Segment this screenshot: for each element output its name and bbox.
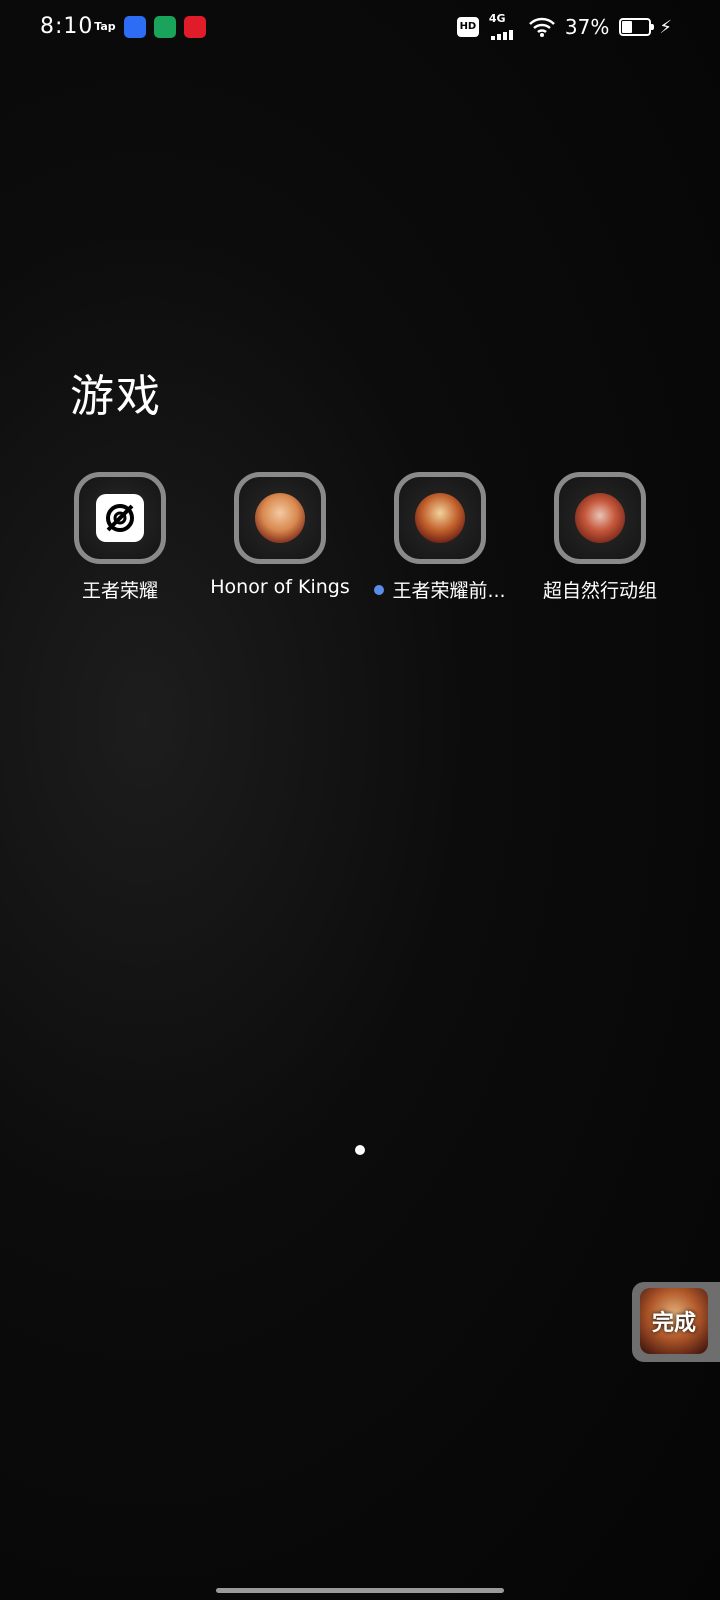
folder-title[interactable]: 游戏 <box>70 360 162 424</box>
page-indicator-dot <box>355 1145 365 1155</box>
avatar-icon <box>575 493 625 543</box>
app-label: 王者荣耀前... <box>374 576 506 603</box>
app-red-icon <box>184 16 206 38</box>
app-chaoziran[interactable]: 超自然行动组 <box>520 472 680 603</box>
system-icons: HD 4G 37% ⚡ <box>456 12 672 40</box>
app-wangzhe-qianyan[interactable]: 王者荣耀前... <box>360 472 520 603</box>
app-wangzhe[interactable]: 王者荣耀 <box>40 472 200 603</box>
app-icon[interactable] <box>234 472 326 564</box>
new-badge-dot <box>374 584 385 595</box>
logo-icon <box>96 494 144 542</box>
avatar-icon <box>255 493 305 543</box>
bolt-icon: ⚡ <box>659 16 672 38</box>
app-label: Honor of Kings <box>210 576 350 598</box>
network-type-label: 4G <box>488 12 506 25</box>
status-time: 8:10 <box>40 14 94 39</box>
app-green-icon <box>154 16 176 38</box>
signal-icon: 4G <box>488 12 519 40</box>
app-honor-of-kings[interactable]: Honor of Kings <box>200 472 360 603</box>
avatar-icon <box>415 493 465 543</box>
battery-percent: 37% <box>564 15 610 39</box>
app-icon[interactable] <box>554 472 646 564</box>
home-indicator[interactable] <box>216 1588 504 1593</box>
app-label: 超自然行动组 <box>542 580 657 602</box>
notification-icons: Tap <box>94 16 206 38</box>
app-icon[interactable] <box>394 472 486 564</box>
baidu-icon <box>124 16 146 38</box>
folder-app-grid: 王者荣耀 Honor of Kings 王者荣耀前... 超自然行动组 <box>40 472 680 603</box>
done-label: 完成 <box>651 1311 696 1336</box>
wifi-icon <box>529 17 555 37</box>
app-icon[interactable] <box>74 472 166 564</box>
app-label: 王者荣耀 <box>81 580 158 602</box>
done-button[interactable]: 完成 <box>632 1282 720 1362</box>
tap-icon: Tap <box>94 20 116 33</box>
done-thumbnail[interactable]: 完成 <box>640 1288 708 1354</box>
battery-icon <box>619 18 655 36</box>
status-bar: 8:10 Tap HD 4G 37% ⚡ <box>0 0 720 56</box>
hd-icon: HD <box>456 17 479 37</box>
